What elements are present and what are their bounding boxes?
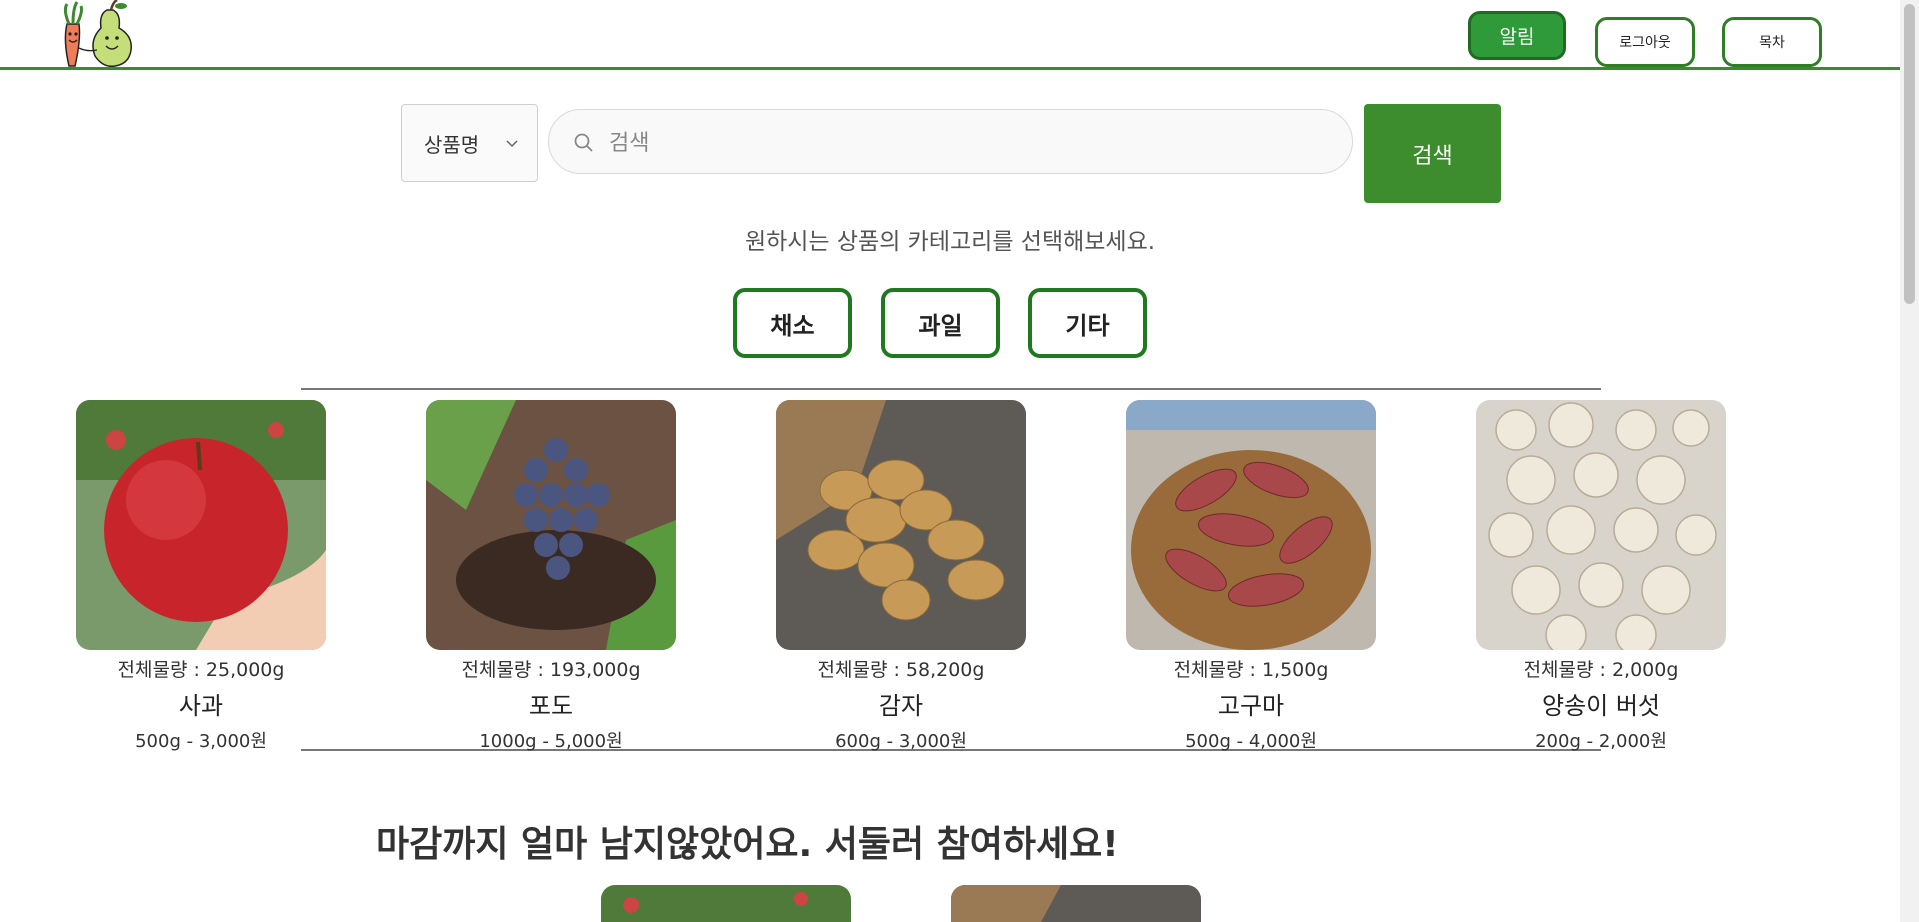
page-scrollbar[interactable] (1900, 0, 1919, 922)
grapes-image[interactable] (426, 400, 676, 650)
product-card-sweet-potato[interactable]: 전체물량 : 1,500g 고구마 500g - 4,000원 (1126, 400, 1376, 753)
product-price: 500g - 3,000원 (135, 731, 267, 752)
product-price: 600g - 3,000원 (835, 731, 967, 752)
product-price: 1000g - 5,000원 (479, 731, 623, 752)
product-price: 200g - 2,000원 (1535, 731, 1667, 752)
toc-button[interactable]: 목차 (1722, 17, 1822, 67)
category-hint: 원하시는 상품의 카테고리를 선택해보세요. (744, 229, 1156, 255)
product-qty: 전체물량 : 58,200g (817, 659, 985, 681)
logo-icon[interactable] (55, 0, 135, 68)
product-name: 고구마 (1217, 692, 1285, 720)
search-box (548, 109, 1353, 174)
product-name: 양송이 버섯 (1541, 692, 1661, 720)
category-vegetable-button[interactable]: 채소 (733, 288, 852, 358)
search-type-select[interactable]: 상품명 (401, 104, 538, 182)
product-qty: 전체물량 : 1,500g (1173, 659, 1329, 681)
search-icon (574, 133, 593, 152)
scrollbar-thumb[interactable] (1904, 4, 1915, 304)
site-header: 알림 로그아웃 목차 (0, 0, 1900, 70)
product-qty: 전체물량 : 2,000g (1523, 659, 1679, 681)
apple-image[interactable] (76, 400, 326, 650)
search-button[interactable]: 검색 (1364, 104, 1501, 203)
product-price: 500g - 4,000원 (1185, 731, 1317, 752)
search-input[interactable] (607, 120, 1311, 166)
product-card-apple[interactable]: 전체물량 : 25,000g 사과 500g - 3,000원 (76, 400, 326, 753)
product-card-potato[interactable]: 전체물량 : 58,200g 감자 600g - 3,000원 (776, 400, 1026, 753)
category-fruit-button[interactable]: 과일 (881, 288, 1000, 358)
deadline-potato-thumbnail[interactable] (951, 885, 1201, 922)
product-card-grapes[interactable]: 전체물량 : 193,000g 포도 1000g - 5,000원 (426, 400, 676, 753)
sweet-potatoes-image[interactable] (1126, 400, 1376, 650)
product-name: 사과 (178, 692, 224, 720)
deadline-apple-thumbnail[interactable] (601, 885, 851, 922)
logout-button[interactable]: 로그아웃 (1595, 17, 1695, 67)
potatoes-image[interactable] (776, 400, 1026, 650)
chevron-down-icon (506, 140, 518, 148)
alarm-button[interactable]: 알림 (1468, 11, 1566, 60)
product-card-mushroom[interactable]: 전체물량 : 2,000g 양송이 버섯 200g - 2,000원 (1476, 400, 1726, 753)
deadline-section-title: 마감까지 얼마 남지않았어요. 서둘러 참여하세요! (376, 824, 1119, 865)
product-qty: 전체물량 : 25,000g (117, 659, 285, 681)
mushrooms-image[interactable] (1476, 400, 1726, 650)
product-qty: 전체물량 : 193,000g (461, 659, 641, 681)
product-name: 감자 (878, 692, 924, 720)
divider (301, 388, 1601, 390)
product-name: 포도 (528, 692, 574, 720)
category-etc-button[interactable]: 기타 (1028, 288, 1147, 358)
search-type-value: 상품명 (424, 132, 480, 157)
